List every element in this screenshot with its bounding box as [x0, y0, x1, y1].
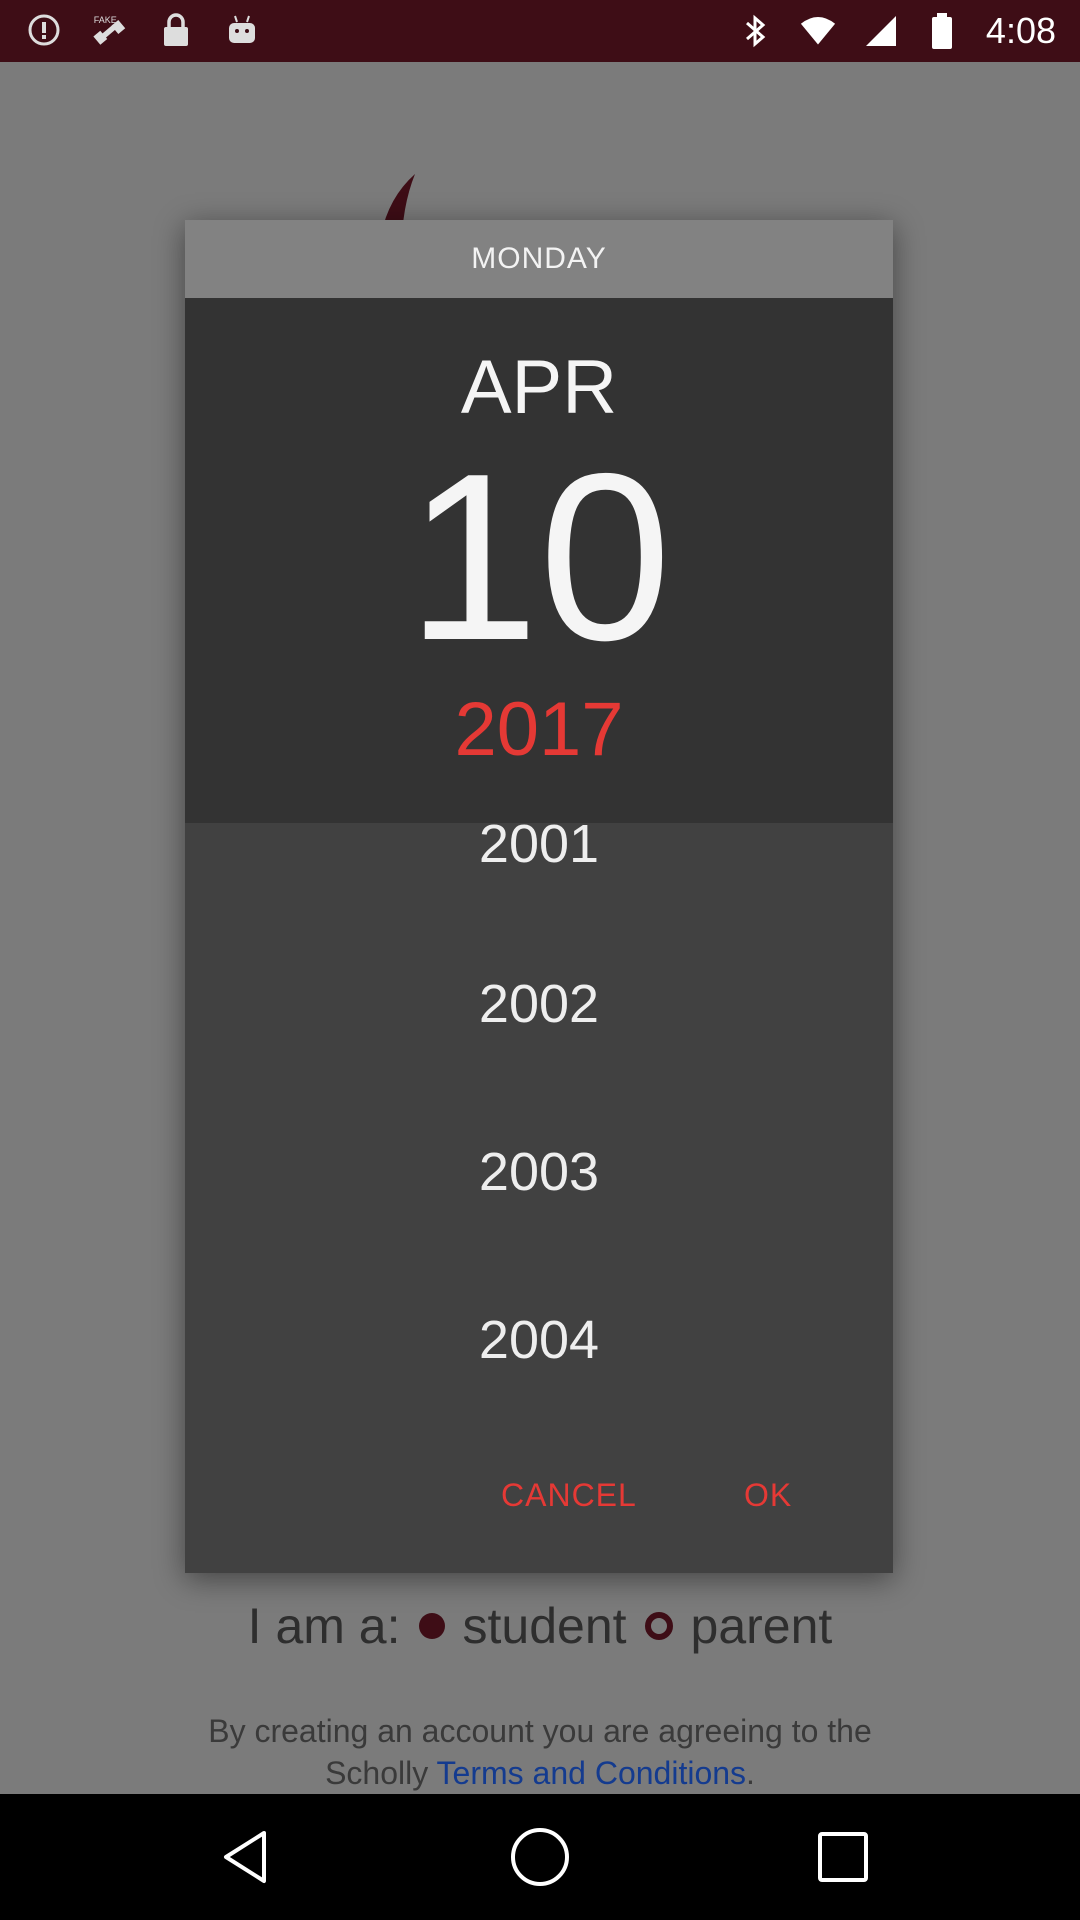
ok-button[interactable]: OK — [744, 1477, 792, 1514]
terms-line-1: By creating an account you are agreeing … — [208, 1713, 872, 1749]
bluetooth-icon — [738, 13, 774, 49]
lock-icon — [158, 12, 194, 48]
date-picker-dialog: MONDAY APR 10 2017 2001 2002 2003 2004 C… — [185, 220, 893, 1573]
year-item[interactable]: 2003 — [185, 1141, 893, 1203]
role-selector: I am a: student parent — [0, 1597, 1080, 1655]
navigation-bar — [0, 1794, 1080, 1920]
terms-link[interactable]: Terms and Conditions — [437, 1755, 746, 1791]
student-label: student — [462, 1598, 627, 1654]
header-day[interactable]: 10 — [185, 428, 893, 688]
battery-icon — [924, 13, 960, 49]
fake-gps-icon: FAKE — [92, 12, 128, 48]
back-icon[interactable] — [212, 1824, 278, 1890]
student-radio[interactable] — [418, 1613, 445, 1639]
header-month[interactable]: APR — [185, 344, 893, 431]
status-right-icons: 4:08 — [738, 10, 1056, 52]
terms-brand: Scholly — [325, 1755, 429, 1791]
dialog-actions: CANCEL OK — [185, 1433, 893, 1573]
year-list[interactable]: 2001 2002 2003 2004 — [185, 823, 893, 1433]
home-icon[interactable] — [507, 1824, 573, 1890]
alert-circle-icon — [26, 12, 62, 48]
day-of-week: MONDAY — [185, 220, 893, 298]
cancel-button[interactable]: CANCEL — [501, 1477, 637, 1514]
header-year[interactable]: 2017 — [185, 686, 893, 773]
recent-apps-icon[interactable] — [810, 1824, 876, 1890]
android-icon — [224, 12, 260, 48]
terms-notice: By creating an account you are agreeing … — [0, 1710, 1080, 1794]
role-label: I am a: — [247, 1598, 401, 1654]
date-header: APR 10 2017 — [185, 298, 893, 823]
year-item[interactable]: 2004 — [185, 1309, 893, 1371]
status-left-icons: FAKE — [26, 12, 260, 48]
svg-text:FAKE: FAKE — [94, 15, 117, 25]
year-item[interactable]: 2001 — [185, 823, 893, 875]
terms-period: . — [746, 1755, 755, 1791]
status-bar: FAKE 4:08 — [0, 0, 1080, 62]
year-item[interactable]: 2002 — [185, 973, 893, 1035]
clock-time: 4:08 — [985, 10, 1056, 51]
wifi-icon — [800, 13, 836, 49]
parent-label: parent — [690, 1598, 833, 1654]
parent-radio[interactable] — [644, 1612, 673, 1640]
terms-line-2: Scholly Terms and Conditions. — [0, 1752, 1080, 1794]
signal-icon — [862, 13, 898, 49]
